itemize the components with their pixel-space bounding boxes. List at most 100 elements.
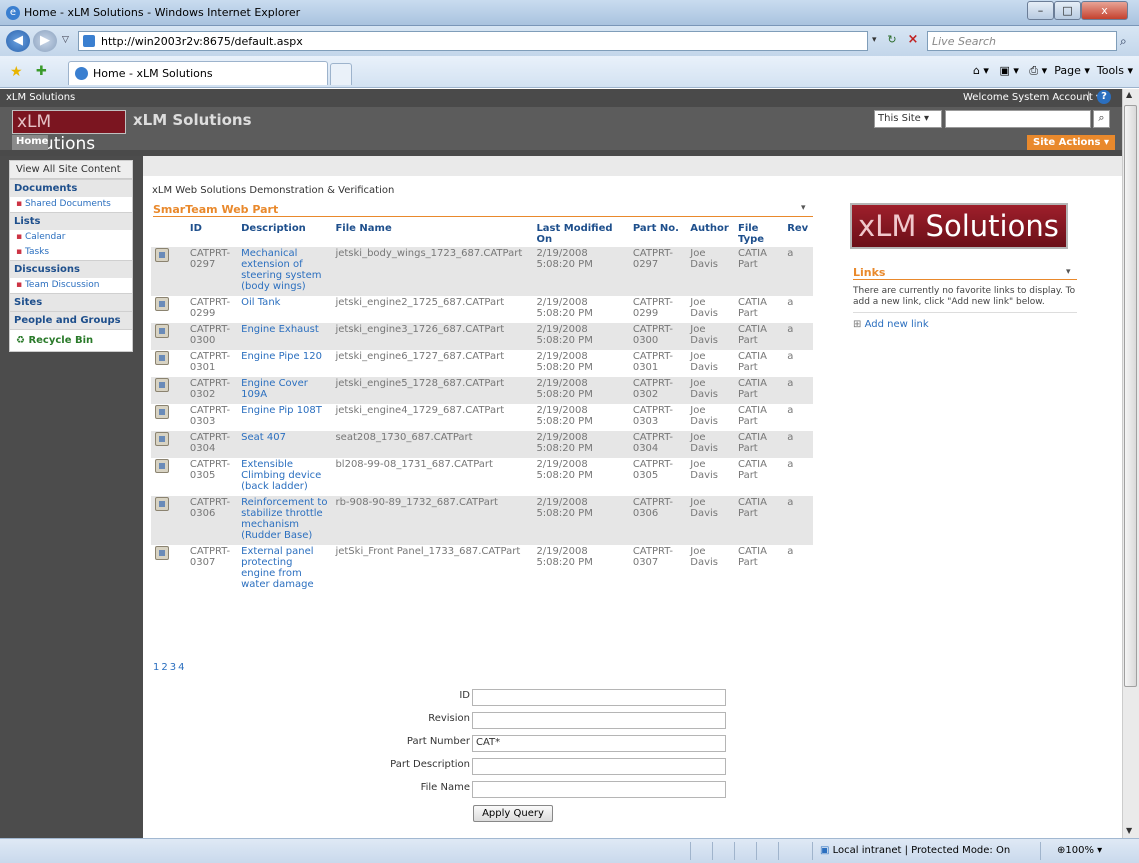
site-breadcrumb[interactable]: xLM Solutions <box>6 92 75 103</box>
page-link-3[interactable]: 3 <box>170 662 176 673</box>
table-row: CATPRT-0304 Seat 407 seat208_1730_687.CATP… <box>151 431 813 458</box>
url-field[interactable]: http://win2003r2v:8675/default.aspx <box>78 31 868 51</box>
back-button[interactable]: ◀ <box>6 30 30 52</box>
description-link[interactable]: Seat 407 <box>241 432 286 443</box>
nav-calendar[interactable]: Calendar <box>10 230 132 245</box>
favorites-star-icon[interactable]: ★ <box>10 64 23 80</box>
catia-part-icon[interactable] <box>155 248 169 262</box>
site-search-icon[interactable]: ⌕ <box>1093 110 1110 128</box>
site-title[interactable]: xLM Solutions <box>133 111 252 129</box>
part-number-input[interactable]: CAT* <box>472 735 726 752</box>
refresh-icon[interactable]: ↻ <box>882 33 902 50</box>
id-input[interactable] <box>472 689 726 706</box>
scrollbar-thumb[interactable] <box>1124 105 1137 687</box>
description-link[interactable]: Engine Exhaust <box>241 324 319 335</box>
live-search-input[interactable]: Live Search <box>927 31 1117 51</box>
nav-people-groups[interactable]: People and Groups <box>10 311 132 329</box>
file-name-input[interactable] <box>472 781 726 798</box>
new-tab-button[interactable] <box>330 63 352 85</box>
links-menu-chevron-icon[interactable]: ▾ <box>1066 267 1071 277</box>
catia-part-icon[interactable] <box>155 546 169 560</box>
col-file-name-header[interactable]: File Name <box>331 221 532 247</box>
table-header-row: ID Description File Name Last Modified On Pa… <box>151 221 813 247</box>
nav-shared-documents[interactable]: Shared Documents <box>10 197 132 212</box>
add-favorites-icon[interactable]: ✚ <box>36 64 47 79</box>
search-icon[interactable]: ⌕ <box>1120 34 1127 49</box>
col-part-no-header[interactable]: Part No. <box>629 221 686 247</box>
nav-lists-heading[interactable]: Lists <box>10 212 132 230</box>
webpart-menu-chevron-icon[interactable]: ▾ <box>801 203 806 213</box>
cell-doc-icon <box>151 377 186 404</box>
page-link-4[interactable]: 4 <box>178 662 184 673</box>
tab-home[interactable]: Home <box>12 135 48 150</box>
scroll-down-icon[interactable]: ▼ <box>1126 826 1132 835</box>
page-link-1[interactable]: 1 <box>153 662 159 673</box>
welcome-menu[interactable]: Welcome System Account ▾ <box>963 92 1101 103</box>
col-file-type-header[interactable]: File Type <box>734 221 783 247</box>
add-new-link[interactable]: ⊞ Add new link <box>853 319 929 330</box>
nav-sites-heading[interactable]: Sites <box>10 293 132 311</box>
close-window-button[interactable]: x <box>1081 1 1128 20</box>
page-menu[interactable]: Page ▾ <box>1054 64 1090 77</box>
description-link[interactable]: Engine Cover 109A <box>241 378 308 400</box>
col-description-header[interactable]: Description <box>237 221 331 247</box>
site-actions-menu[interactable]: Site Actions ▾ <box>1027 135 1115 150</box>
recent-pages-dropdown-icon[interactable]: ▽ <box>62 35 69 45</box>
description-link[interactable]: Engine Pip 108T <box>241 405 322 416</box>
description-link[interactable]: Engine Pipe 120 <box>241 351 322 362</box>
url-dropdown-icon[interactable]: ▾ <box>872 35 877 45</box>
description-link[interactable]: Oil Tank <box>241 297 280 308</box>
part-description-input[interactable] <box>472 758 726 775</box>
nav-recycle-bin[interactable]: ♻ Recycle Bin <box>10 329 132 351</box>
nav-tasks[interactable]: Tasks <box>10 245 132 260</box>
nav-discussions-heading[interactable]: Discussions <box>10 260 132 278</box>
description-link[interactable]: External panel protecting engine from wa… <box>241 546 314 590</box>
catia-part-icon[interactable] <box>155 432 169 446</box>
site-logo[interactable]: xLM Solutions <box>12 110 126 154</box>
apply-query-button[interactable]: Apply Query <box>473 805 553 822</box>
page-link-2[interactable]: 2 <box>161 662 167 673</box>
description-link[interactable]: Reinforcement to stabilize throttle mech… <box>241 497 327 541</box>
cell-doc-icon <box>151 496 186 545</box>
feeds-icon[interactable]: ▣ ▾ <box>999 64 1018 77</box>
stop-icon[interactable]: × <box>904 32 922 50</box>
revision-input[interactable] <box>472 712 726 729</box>
tab-home-xlm[interactable]: Home - xLM Solutions <box>68 61 328 85</box>
catia-part-icon[interactable] <box>155 405 169 419</box>
col-last-modified-header[interactable]: Last Modified On <box>532 221 628 247</box>
catia-part-icon[interactable] <box>155 378 169 392</box>
zoom-level[interactable]: ⊕100% ▾ <box>1057 845 1102 856</box>
nav-documents-heading[interactable]: Documents <box>10 179 132 197</box>
links-webpart-title[interactable]: Links <box>853 266 1077 280</box>
col-id-header[interactable]: ID <box>186 221 237 247</box>
catia-part-icon[interactable] <box>155 324 169 338</box>
forward-button[interactable]: ▶ <box>33 30 57 52</box>
maximize-button[interactable]: □ <box>1054 1 1081 20</box>
nav-team-discussion[interactable]: Team Discussion <box>10 278 132 293</box>
table-row: CATPRT-0299 Oil Tank jetski_engine2_1725_6… <box>151 296 813 323</box>
tools-menu[interactable]: Tools ▾ <box>1097 64 1133 77</box>
table-row: CATPRT-0301 Engine Pipe 120 jetski_engine6… <box>151 350 813 377</box>
security-zone[interactable]: ▣ Local intranet | Protected Mode: On <box>820 845 1010 856</box>
print-icon[interactable]: ⎙ ▾ <box>1029 64 1047 77</box>
catia-part-icon[interactable] <box>155 297 169 311</box>
catia-part-icon[interactable] <box>155 351 169 365</box>
scroll-up-icon[interactable]: ▲ <box>1126 90 1132 99</box>
search-scope-select[interactable]: This Site ▾ <box>874 110 942 128</box>
col-author-header[interactable]: Author <box>686 221 734 247</box>
help-icon[interactable]: ? <box>1097 90 1111 104</box>
tab-title: Home - xLM Solutions <box>93 67 213 80</box>
cell-part-no: CATPRT-0300 <box>628 323 687 350</box>
catia-part-icon[interactable] <box>155 497 169 511</box>
description-link[interactable]: Mechanical extension of steering system … <box>241 248 321 292</box>
view-all-site-content-link[interactable]: View All Site Content <box>10 161 132 179</box>
cell-description: Engine Pip 108T <box>237 404 331 431</box>
address-bar-row: ◀ ▶ ▽ http://win2003r2v:8675/default.asp… <box>0 26 1139 56</box>
description-link[interactable]: Extensible Climbing device (back ladder) <box>241 459 321 492</box>
col-rev-header[interactable]: Rev <box>783 221 813 247</box>
home-icon[interactable]: ⌂ ▾ <box>973 64 989 77</box>
minimize-button[interactable]: – <box>1027 1 1054 20</box>
webpart-title[interactable]: SmarTeam Web Part <box>153 203 813 217</box>
catia-part-icon[interactable] <box>155 459 169 473</box>
site-search-input[interactable] <box>945 110 1091 128</box>
